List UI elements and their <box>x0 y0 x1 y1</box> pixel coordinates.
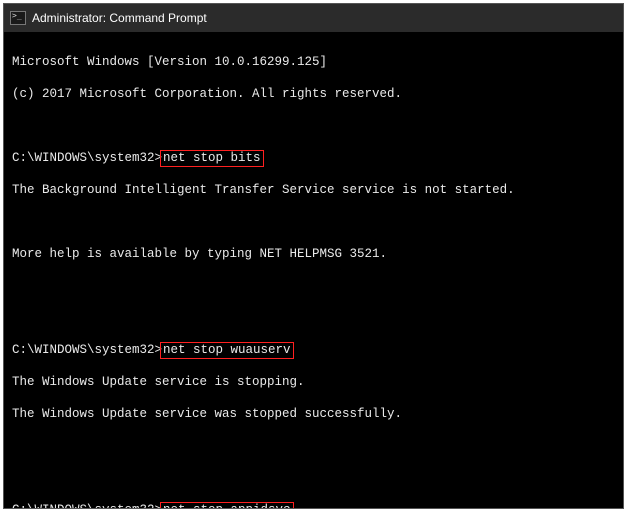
terminal-line: More help is available by typing NET HEL… <box>12 246 615 262</box>
terminal-line: The Background Intelligent Transfer Serv… <box>12 182 615 198</box>
window-titlebar[interactable]: Administrator: Command Prompt <box>4 4 623 32</box>
terminal-line: C:\WINDOWS\system32>net stop bits <box>12 150 615 166</box>
terminal-line: Microsoft Windows [Version 10.0.16299.12… <box>12 54 615 70</box>
highlight-command-2: net stop wuauserv <box>160 342 294 359</box>
highlight-command-1: net stop bits <box>160 150 264 167</box>
terminal-line: C:\WINDOWS\system32>net stop appidsvc <box>12 502 615 508</box>
terminal-area[interactable]: Microsoft Windows [Version 10.0.16299.12… <box>4 32 623 508</box>
command-prompt-icon <box>10 11 26 25</box>
terminal-line: The Windows Update service is stopping. <box>12 374 615 390</box>
command-prompt-window: Administrator: Command Prompt Microsoft … <box>3 3 624 509</box>
window-title: Administrator: Command Prompt <box>32 11 207 25</box>
terminal-line: The Windows Update service was stopped s… <box>12 406 615 422</box>
highlight-command-3: net stop appidsvc <box>160 502 294 508</box>
terminal-line: (c) 2017 Microsoft Corporation. All righ… <box>12 86 615 102</box>
terminal-line: C:\WINDOWS\system32>net stop wuauserv <box>12 342 615 358</box>
